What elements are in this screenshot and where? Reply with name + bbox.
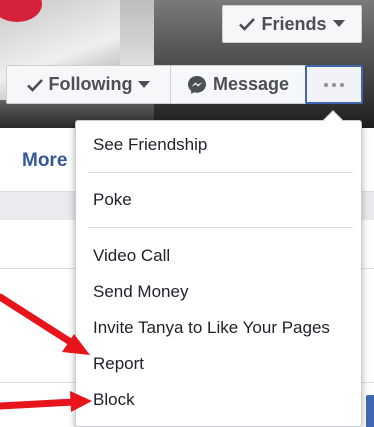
tab-more[interactable]: More [22, 150, 67, 172]
menu-item-report[interactable]: Report [76, 348, 361, 380]
checkmark-icon [26, 78, 43, 92]
following-button[interactable]: Following [6, 65, 171, 104]
checkmark-icon [239, 17, 256, 31]
menu-separator [88, 227, 353, 228]
menu-item-see-friendship[interactable]: See Friendship [76, 129, 361, 161]
friends-button[interactable]: Friends [222, 5, 362, 43]
message-label: Message [212, 74, 290, 94]
more-options-dropdown: See Friendship Poke Video Call Send Mone… [75, 110, 362, 427]
menu-separator [88, 172, 353, 173]
messenger-icon [187, 75, 207, 95]
caret-down-icon [332, 20, 345, 28]
menu-item-poke[interactable]: Poke [76, 184, 361, 216]
message-button[interactable]: Message [170, 65, 306, 104]
more-options-button[interactable] [305, 65, 363, 104]
menu-item-invite-to-like-pages[interactable]: Invite Tanya to Like Your Pages [76, 312, 361, 344]
blue-button-edge[interactable] [366, 395, 374, 427]
following-label: Following [48, 74, 133, 94]
menu-item-send-money[interactable]: Send Money [76, 276, 361, 308]
menu-item-block[interactable]: Block [76, 384, 361, 416]
friends-label: Friends [261, 13, 327, 34]
ellipsis-icon [323, 82, 345, 88]
caret-down-icon [138, 80, 151, 89]
menu-item-video-call[interactable]: Video Call [76, 240, 361, 272]
